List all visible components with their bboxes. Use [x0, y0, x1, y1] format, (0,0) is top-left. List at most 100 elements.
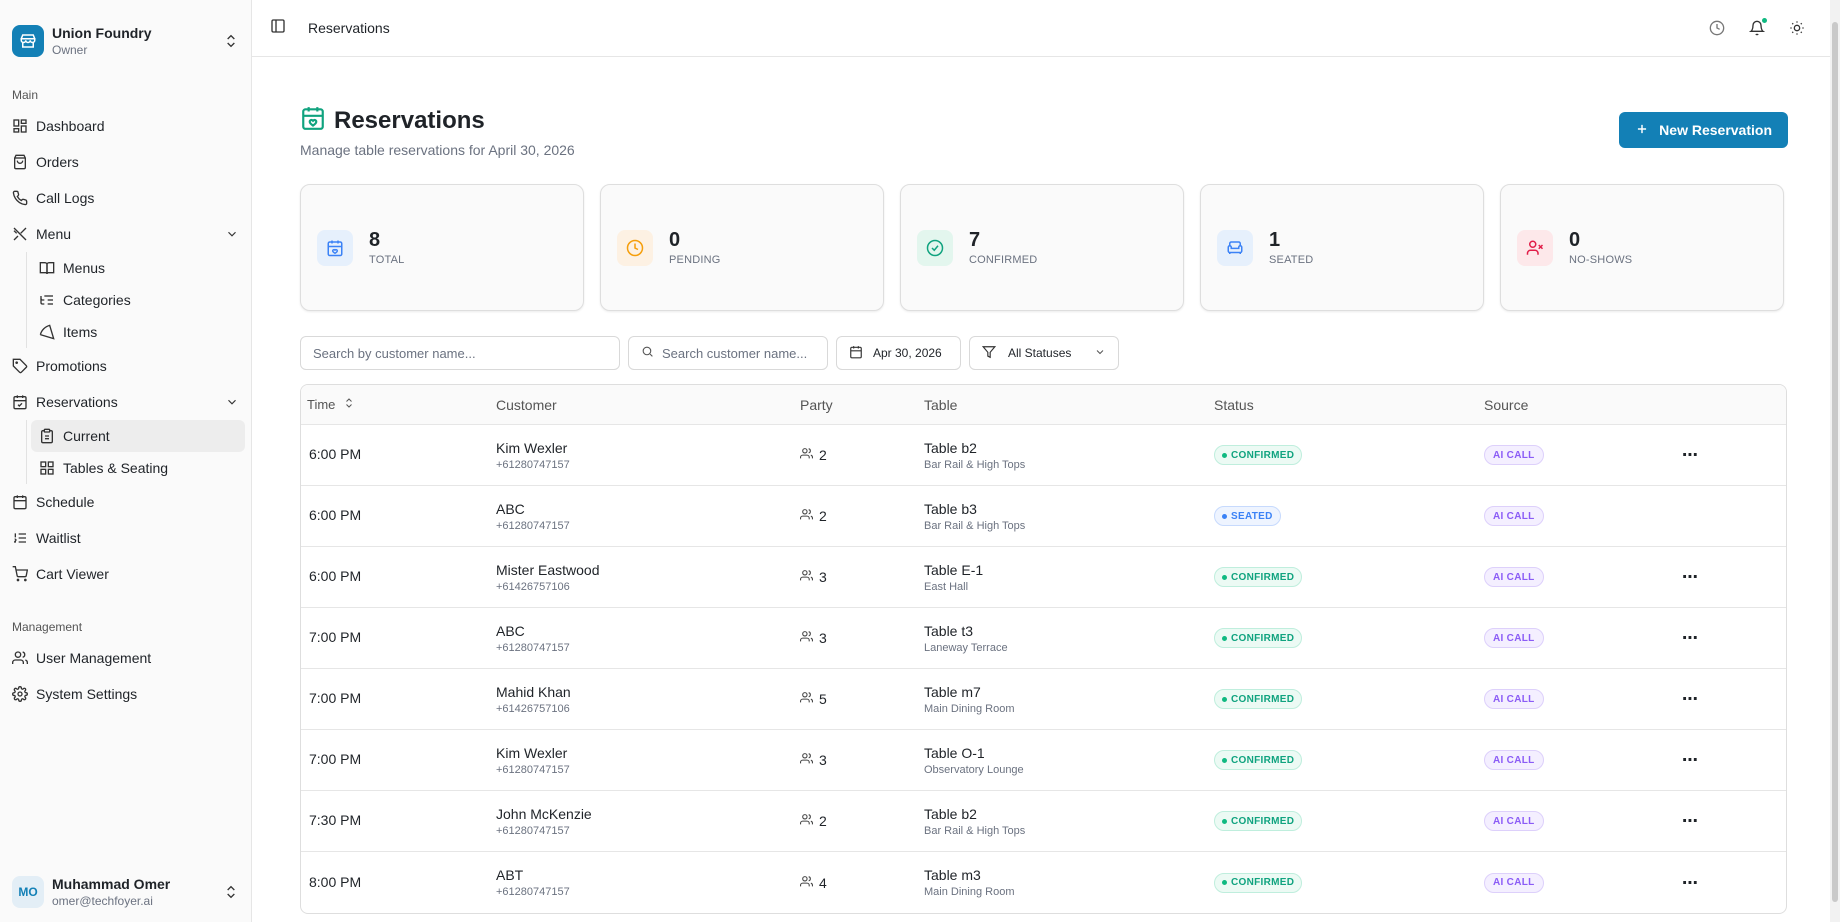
sidebar-item-cart-viewer[interactable]: Cart Viewer: [0, 556, 251, 592]
table-row[interactable]: 8:00 PM ABT +61280747157 4 Table m3 Main Dini…: [301, 852, 1786, 913]
date-picker[interactable]: Apr 30, 2026: [836, 336, 961, 370]
status-badge: CONFIRMED: [1214, 445, 1303, 466]
customer-name: Kim Wexler: [496, 744, 568, 761]
sidebar-toggle-icon[interactable]: [270, 18, 286, 39]
calendar-heart-icon: [300, 105, 326, 136]
more-actions-icon[interactable]: ⋯: [1682, 752, 1699, 769]
sidebar-item-schedule[interactable]: Schedule: [0, 484, 251, 520]
more-actions-icon[interactable]: ⋯: [1682, 691, 1699, 708]
sidebar-item-dashboard[interactable]: Dashboard: [0, 108, 251, 144]
sidebar-item-menu[interactable]: Menu: [0, 216, 251, 252]
table-area: Main Dining Room: [924, 702, 1015, 715]
stat-value: 7: [969, 229, 981, 251]
status-filter-value: All Statuses: [1008, 346, 1072, 360]
section-label-management: Management: [12, 620, 83, 634]
table-row[interactable]: 7:00 PM Kim Wexler +61280747157 3 Table O-1 O…: [301, 730, 1786, 791]
book-icon: [39, 260, 55, 276]
customer-phone: +61280747157: [496, 519, 570, 532]
scrollbar-thumb[interactable]: [1832, 22, 1838, 902]
users-icon: [800, 508, 814, 524]
status-text: CONFIRMED: [1231, 449, 1295, 461]
stat-label: CONFIRMED: [969, 254, 1038, 266]
menu-submenu: Menus Categories Items: [26, 252, 251, 348]
sidebar-item-tables-seating[interactable]: Tables & Seating: [31, 452, 251, 484]
search-icon: [641, 345, 654, 361]
table-row[interactable]: 7:30 PM John McKenzie +61280747157 2 Table b…: [301, 791, 1786, 852]
sidebar-item-label: Cart Viewer: [36, 566, 109, 582]
party-size: 2: [819, 447, 827, 463]
status-text: CONFIRMED: [1231, 693, 1295, 705]
stat-label: TOTAL: [369, 254, 405, 266]
sidebar-item-label: Schedule: [36, 494, 95, 510]
bell-icon[interactable]: [1748, 18, 1767, 37]
more-actions-icon[interactable]: ⋯: [1682, 569, 1699, 586]
table-row[interactable]: 6:00 PM ABC +61280747157 2 Table b3 Bar Rail …: [301, 486, 1786, 547]
more-actions-icon[interactable]: ⋯: [1682, 813, 1699, 830]
status-text: CONFIRMED: [1231, 632, 1295, 644]
sidebar-item-user-management[interactable]: User Management: [0, 640, 251, 676]
stat-card-total: 8 TOTAL: [300, 184, 584, 311]
sun-icon[interactable]: [1788, 19, 1806, 37]
sidebar-item-label: Menus: [63, 260, 106, 276]
party-size: 2: [819, 508, 827, 524]
topbar: Reservations: [252, 0, 1840, 57]
stat-label: SEATED: [1269, 254, 1314, 266]
sidebar-item-label: Orders: [36, 154, 79, 170]
status-dot: [1222, 818, 1227, 824]
table-row[interactable]: 6:00 PM Mister Eastwood +61426757106 3 Table…: [301, 547, 1786, 608]
avatar: MO: [12, 876, 44, 908]
customer-phone: +61426757106: [496, 580, 570, 593]
column-header: Customer: [496, 396, 557, 413]
user-email: omer@techfoyer.ai: [52, 894, 153, 908]
more-actions-icon[interactable]: ⋯: [1682, 447, 1699, 464]
users-icon: [800, 875, 814, 891]
sidebar-item-waitlist[interactable]: Waitlist: [0, 520, 251, 556]
sidebar-item-call-logs[interactable]: Call Logs: [0, 180, 251, 216]
page-subtitle: Manage table reservations for April 30, …: [300, 142, 575, 158]
stat-value: 0: [669, 229, 681, 251]
table-row[interactable]: 6:00 PM Kim Wexler +61280747157 2 Table b2 Ba…: [301, 425, 1786, 486]
sidebar-item-label: Tables & Seating: [63, 460, 169, 476]
more-actions-icon[interactable]: ⋯: [1682, 630, 1699, 647]
more-actions-icon[interactable]: ⋯: [1682, 875, 1699, 892]
scrollbar[interactable]: [1830, 0, 1840, 922]
sidebar-item-label: Items: [63, 324, 98, 340]
calendar-icon: [849, 345, 863, 362]
stat-value: 1: [1269, 229, 1281, 251]
clock-icon[interactable]: [1708, 19, 1726, 37]
sidebar-item-label: System Settings: [36, 686, 138, 702]
sidebar-item-current[interactable]: Current: [31, 420, 245, 452]
customer-phone: +61280747157: [496, 458, 570, 471]
sidebar-item-system-settings[interactable]: System Settings: [0, 676, 251, 712]
sidebar-item-promotions[interactable]: Promotions: [0, 348, 251, 384]
sort-time-header[interactable]: Time: [301, 397, 496, 412]
list-ordered-icon: [12, 530, 28, 546]
user-menu[interactable]: MO Muhammad Omer omer@techfoyer.ai: [0, 862, 251, 922]
org-role: Owner: [52, 43, 88, 57]
search-by-customer-input[interactable]: Search by customer name...: [300, 336, 620, 370]
sidebar-item-label: Reservations: [36, 394, 118, 410]
stat-card-seated: 1 SEATED: [1200, 184, 1484, 311]
sidebar-item-categories[interactable]: Categories: [31, 284, 251, 316]
table-area: Bar Rail & High Tops: [924, 458, 1026, 471]
sidebar-item-items[interactable]: Items: [31, 316, 251, 348]
user-name: Muhammad Omer: [52, 876, 171, 892]
check-circle-icon: [917, 229, 953, 266]
party-size: 3: [819, 752, 827, 768]
table-name: Table b2: [924, 439, 977, 456]
table-area: Bar Rail & High Tops: [924, 824, 1026, 837]
sidebar-item-reservations[interactable]: Reservations: [0, 384, 251, 420]
sidebar-item-menus[interactable]: Menus: [31, 252, 251, 284]
status-filter-select[interactable]: All Statuses: [969, 336, 1119, 370]
sidebar-item-orders[interactable]: Orders: [0, 144, 251, 180]
search-customer-input[interactable]: Search customer name...: [628, 336, 828, 370]
customer-name: Kim Wexler: [496, 439, 568, 456]
table-row[interactable]: 7:00 PM Mahid Khan +61426757106 5 Table m7 Ma…: [301, 669, 1786, 730]
status-text: SEATED: [1231, 510, 1273, 522]
new-reservation-button[interactable]: New Reservation: [1619, 112, 1788, 148]
org-name: Union Foundry: [52, 25, 152, 41]
table-row[interactable]: 7:00 PM ABC +61280747157 3 Table t3 Laneway T…: [301, 608, 1786, 669]
org-switcher[interactable]: Union Foundry Owner: [0, 0, 251, 82]
notification-dot: [1762, 18, 1767, 23]
party-size: 3: [819, 630, 827, 646]
